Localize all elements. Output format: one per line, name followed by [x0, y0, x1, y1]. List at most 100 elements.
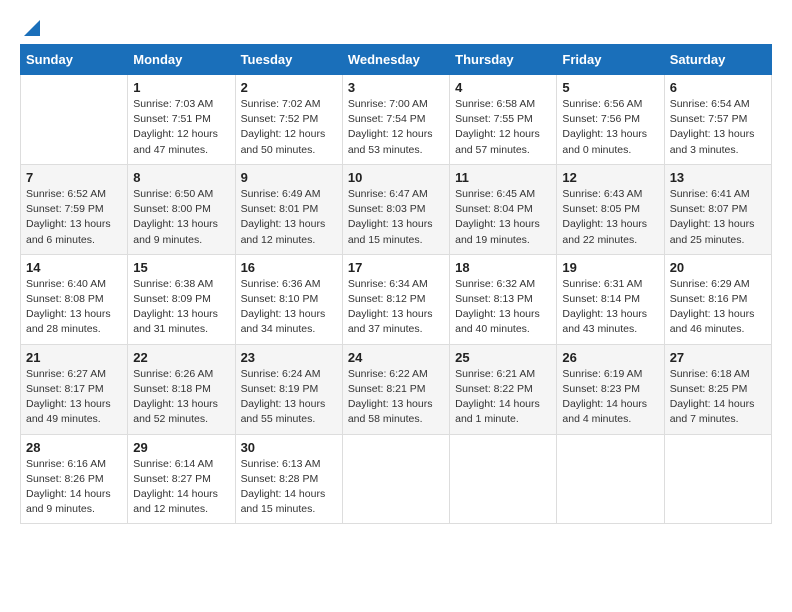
day-number: 17: [348, 260, 444, 275]
day-info: Sunrise: 7:00 AM Sunset: 7:54 PM Dayligh…: [348, 97, 444, 158]
day-info: Sunrise: 6:49 AM Sunset: 8:01 PM Dayligh…: [241, 187, 337, 248]
day-number: 15: [133, 260, 229, 275]
day-number: 16: [241, 260, 337, 275]
day-info: Sunrise: 6:26 AM Sunset: 8:18 PM Dayligh…: [133, 367, 229, 428]
day-cell: 19 Sunrise: 6:31 AM Sunset: 8:14 PM Dayli…: [557, 254, 664, 344]
day-number: 21: [26, 350, 122, 365]
day-cell: 6 Sunrise: 6:54 AM Sunset: 7:57 PM Daylig…: [664, 75, 771, 165]
day-cell: 13 Sunrise: 6:41 AM Sunset: 8:07 PM Dayli…: [664, 164, 771, 254]
day-number: 29: [133, 440, 229, 455]
day-info: Sunrise: 6:56 AM Sunset: 7:56 PM Dayligh…: [562, 97, 658, 158]
day-number: 28: [26, 440, 122, 455]
day-info: Sunrise: 6:34 AM Sunset: 8:12 PM Dayligh…: [348, 277, 444, 338]
day-cell: 15 Sunrise: 6:38 AM Sunset: 8:09 PM Dayli…: [128, 254, 235, 344]
day-cell: 11 Sunrise: 6:45 AM Sunset: 8:04 PM Dayli…: [450, 164, 557, 254]
day-info: Sunrise: 6:38 AM Sunset: 8:09 PM Dayligh…: [133, 277, 229, 338]
day-number: 24: [348, 350, 444, 365]
day-cell: 8 Sunrise: 6:50 AM Sunset: 8:00 PM Daylig…: [128, 164, 235, 254]
day-cell: 18 Sunrise: 6:32 AM Sunset: 8:13 PM Dayli…: [450, 254, 557, 344]
day-number: 14: [26, 260, 122, 275]
day-number: 8: [133, 170, 229, 185]
day-cell: 25Sunrise: 6:21 AM Sunset: 8:22 PM Dayli…: [450, 344, 557, 434]
day-cell: 9 Sunrise: 6:49 AM Sunset: 8:01 PM Daylig…: [235, 164, 342, 254]
day-info: Sunrise: 6:45 AM Sunset: 8:04 PM Dayligh…: [455, 187, 551, 248]
day-number: 13: [670, 170, 766, 185]
day-cell: [342, 434, 449, 524]
day-number: 1: [133, 80, 229, 95]
day-cell: 26Sunrise: 6:19 AM Sunset: 8:23 PM Dayli…: [557, 344, 664, 434]
day-cell: 10 Sunrise: 6:47 AM Sunset: 8:03 PM Dayli…: [342, 164, 449, 254]
day-info: Sunrise: 6:43 AM Sunset: 8:05 PM Dayligh…: [562, 187, 658, 248]
day-info: Sunrise: 6:41 AM Sunset: 8:07 PM Dayligh…: [670, 187, 766, 248]
column-header-thursday: Thursday: [450, 45, 557, 75]
day-info: Sunrise: 6:16 AM Sunset: 8:26 PM Dayligh…: [26, 457, 122, 518]
day-info: Sunrise: 6:50 AM Sunset: 8:00 PM Dayligh…: [133, 187, 229, 248]
day-cell: 23Sunrise: 6:24 AM Sunset: 8:19 PM Dayli…: [235, 344, 342, 434]
column-header-tuesday: Tuesday: [235, 45, 342, 75]
column-header-friday: Friday: [557, 45, 664, 75]
day-number: 18: [455, 260, 551, 275]
day-info: Sunrise: 6:47 AM Sunset: 8:03 PM Dayligh…: [348, 187, 444, 248]
day-info: Sunrise: 6:54 AM Sunset: 7:57 PM Dayligh…: [670, 97, 766, 158]
day-info: Sunrise: 6:31 AM Sunset: 8:14 PM Dayligh…: [562, 277, 658, 338]
day-cell: 7 Sunrise: 6:52 AM Sunset: 7:59 PM Daylig…: [21, 164, 128, 254]
week-row-1: 1 Sunrise: 7:03 AM Sunset: 7:51 PM Daylig…: [21, 75, 772, 165]
day-info: Sunrise: 6:36 AM Sunset: 8:10 PM Dayligh…: [241, 277, 337, 338]
day-cell: 14Sunrise: 6:40 AM Sunset: 8:08 PM Dayli…: [21, 254, 128, 344]
day-cell: 30 Sunrise: 6:13 AM Sunset: 8:28 PM Dayli…: [235, 434, 342, 524]
day-info: Sunrise: 6:21 AM Sunset: 8:22 PM Dayligh…: [455, 367, 551, 428]
day-cell: 22 Sunrise: 6:26 AM Sunset: 8:18 PM Dayli…: [128, 344, 235, 434]
day-number: 11: [455, 170, 551, 185]
day-info: Sunrise: 7:03 AM Sunset: 7:51 PM Dayligh…: [133, 97, 229, 158]
page-header: [20, 20, 772, 34]
day-cell: 5 Sunrise: 6:56 AM Sunset: 7:56 PM Daylig…: [557, 75, 664, 165]
day-cell: [664, 434, 771, 524]
day-number: 6: [670, 80, 766, 95]
column-header-saturday: Saturday: [664, 45, 771, 75]
day-cell: 24 Sunrise: 6:22 AM Sunset: 8:21 PM Dayli…: [342, 344, 449, 434]
day-info: Sunrise: 6:14 AM Sunset: 8:27 PM Dayligh…: [133, 457, 229, 518]
day-cell: 21 Sunrise: 6:27 AM Sunset: 8:17 PM Dayli…: [21, 344, 128, 434]
day-cell: 27 Sunrise: 6:18 AM Sunset: 8:25 PM Dayli…: [664, 344, 771, 434]
day-cell: 20 Sunrise: 6:29 AM Sunset: 8:16 PM Dayli…: [664, 254, 771, 344]
day-cell: 16 Sunrise: 6:36 AM Sunset: 8:10 PM Dayli…: [235, 254, 342, 344]
day-number: 4: [455, 80, 551, 95]
day-number: 3: [348, 80, 444, 95]
day-number: 23: [241, 350, 337, 365]
week-row-4: 21 Sunrise: 6:27 AM Sunset: 8:17 PM Dayli…: [21, 344, 772, 434]
day-info: Sunrise: 6:22 AM Sunset: 8:21 PM Dayligh…: [348, 367, 444, 428]
day-cell: [21, 75, 128, 165]
day-number: 5: [562, 80, 658, 95]
day-info: Sunrise: 7:02 AM Sunset: 7:52 PM Dayligh…: [241, 97, 337, 158]
day-number: 12: [562, 170, 658, 185]
day-cell: 29 Sunrise: 6:14 AM Sunset: 8:27 PM Dayli…: [128, 434, 235, 524]
logo-icon: [22, 18, 42, 38]
day-info: Sunrise: 6:29 AM Sunset: 8:16 PM Dayligh…: [670, 277, 766, 338]
column-header-wednesday: Wednesday: [342, 45, 449, 75]
day-number: 22: [133, 350, 229, 365]
day-number: 10: [348, 170, 444, 185]
day-number: 7: [26, 170, 122, 185]
day-number: 30: [241, 440, 337, 455]
day-number: 19: [562, 260, 658, 275]
day-info: Sunrise: 6:52 AM Sunset: 7:59 PM Dayligh…: [26, 187, 122, 248]
day-info: Sunrise: 6:58 AM Sunset: 7:55 PM Dayligh…: [455, 97, 551, 158]
day-cell: 12 Sunrise: 6:43 AM Sunset: 8:05 PM Dayli…: [557, 164, 664, 254]
day-number: 20: [670, 260, 766, 275]
day-info: Sunrise: 6:27 AM Sunset: 8:17 PM Dayligh…: [26, 367, 122, 428]
column-header-monday: Monday: [128, 45, 235, 75]
day-info: Sunrise: 6:32 AM Sunset: 8:13 PM Dayligh…: [455, 277, 551, 338]
calendar-table: SundayMondayTuesdayWednesdayThursdayFrid…: [20, 44, 772, 524]
week-row-2: 7 Sunrise: 6:52 AM Sunset: 7:59 PM Daylig…: [21, 164, 772, 254]
day-cell: 3 Sunrise: 7:00 AM Sunset: 7:54 PM Daylig…: [342, 75, 449, 165]
day-info: Sunrise: 6:18 AM Sunset: 8:25 PM Dayligh…: [670, 367, 766, 428]
day-cell: 4 Sunrise: 6:58 AM Sunset: 7:55 PM Daylig…: [450, 75, 557, 165]
day-info: Sunrise: 6:13 AM Sunset: 8:28 PM Dayligh…: [241, 457, 337, 518]
day-number: 9: [241, 170, 337, 185]
day-number: 27: [670, 350, 766, 365]
day-cell: [557, 434, 664, 524]
day-number: 2: [241, 80, 337, 95]
day-info: Sunrise: 6:19 AM Sunset: 8:23 PM Dayligh…: [562, 367, 658, 428]
day-cell: [450, 434, 557, 524]
week-row-3: 14Sunrise: 6:40 AM Sunset: 8:08 PM Dayli…: [21, 254, 772, 344]
